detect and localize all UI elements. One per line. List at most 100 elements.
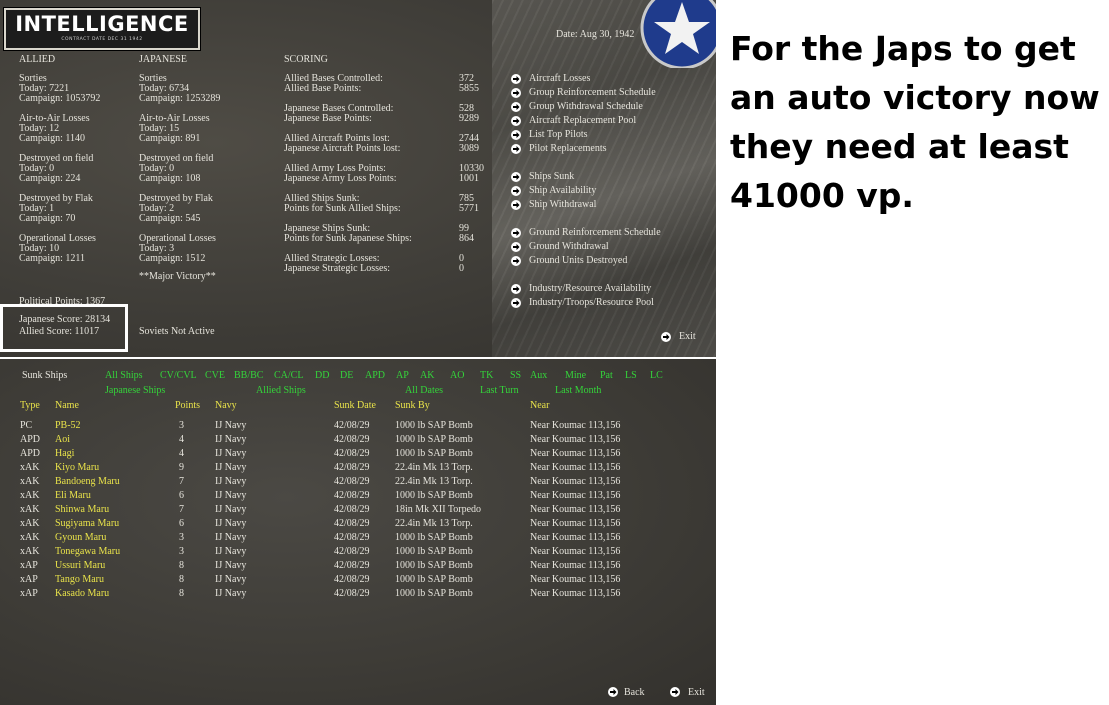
ship-name[interactable]: Sugiyama Maru xyxy=(55,519,119,529)
report-link[interactable]: Pilot Replacements xyxy=(511,144,681,155)
allied-stat-line: Campaign: 1140 xyxy=(19,133,86,144)
filter-ak[interactable]: AK xyxy=(420,371,434,381)
ship-name[interactable]: Shinwa Maru xyxy=(55,505,109,515)
back-button[interactable]: Back xyxy=(608,687,652,699)
ship-name[interactable]: Tonegawa Maru xyxy=(55,547,120,557)
ship-name[interactable]: Ussuri Maru xyxy=(55,561,105,571)
report-link[interactable]: Ground Units Destroyed xyxy=(511,256,681,267)
exit-label: Exit xyxy=(688,687,705,698)
filter-lc[interactable]: LC xyxy=(650,371,663,381)
report-link[interactable]: Aircraft Losses xyxy=(511,74,681,85)
column-header-points[interactable]: Points xyxy=(175,401,200,411)
sunk-date: 42/08/29 xyxy=(334,560,370,571)
report-link[interactable]: Industry/Troops/Resource Pool xyxy=(511,298,681,309)
ship-points: 8 xyxy=(179,574,184,585)
column-header-name[interactable]: Name xyxy=(55,401,79,411)
sunk-date: 42/08/29 xyxy=(334,518,370,529)
arrow-right-icon xyxy=(511,172,521,182)
sunk-date: 42/08/29 xyxy=(334,490,370,501)
score-highlight-box xyxy=(0,304,128,352)
filter-all-ships[interactable]: All Ships xyxy=(105,371,143,381)
ship-navy: IJ Navy xyxy=(215,532,247,543)
column-header-near[interactable]: Near xyxy=(530,401,549,411)
ship-name[interactable]: Kasado Maru xyxy=(55,589,109,599)
ship-name[interactable]: Aoi xyxy=(55,435,70,445)
report-link[interactable]: Group Reinforcement Schedule xyxy=(511,88,681,99)
filter-ls[interactable]: LS xyxy=(625,371,637,381)
filter-ap[interactable]: AP xyxy=(396,371,409,381)
sunk-by: 1000 lb SAP Bomb xyxy=(395,448,473,459)
sunk-location: Near Koumac 113,156 xyxy=(530,518,621,529)
filter-japanese-ships[interactable]: Japanese Ships xyxy=(105,386,165,396)
ship-points: 7 xyxy=(179,476,184,487)
ship-name[interactable]: Eli Maru xyxy=(55,491,91,501)
ship-name[interactable]: PB-52 xyxy=(55,421,81,431)
filter-ao[interactable]: AO xyxy=(450,371,464,381)
filter-de[interactable]: DE xyxy=(340,371,353,381)
filter-dd[interactable]: DD xyxy=(315,371,329,381)
ship-type: xAK xyxy=(20,532,40,543)
filter-ss[interactable]: SS xyxy=(510,371,521,381)
filter-ca-cl[interactable]: CA/CL xyxy=(274,371,303,381)
report-link[interactable]: Ship Availability xyxy=(511,186,681,197)
intelligence-logo: INTELLIGENCE CONTRACT DATE DEC 31 1942 xyxy=(4,8,200,50)
ship-navy: IJ Navy xyxy=(215,546,247,557)
ship-name[interactable]: Hagi xyxy=(55,449,74,459)
arrow-right-icon xyxy=(511,130,521,140)
column-header-sunk-by[interactable]: Sunk By xyxy=(395,401,430,411)
sunk-by: 18in Mk XII Torpedo xyxy=(395,504,482,515)
report-link-label: Aircraft Replacement Pool xyxy=(529,115,637,126)
column-header-sunk-date[interactable]: Sunk Date xyxy=(334,401,376,411)
ship-type: xAK xyxy=(20,504,40,515)
filter-tk[interactable]: TK xyxy=(480,371,493,381)
report-link[interactable]: Ground Withdrawal xyxy=(511,242,681,253)
filter-bb-bc[interactable]: BB/BC xyxy=(234,371,263,381)
sunk-date: 42/08/29 xyxy=(334,448,370,459)
report-link[interactable]: Aircraft Replacement Pool xyxy=(511,116,681,127)
ship-name[interactable]: Gyoun Maru xyxy=(55,533,106,543)
report-link[interactable]: Ground Reinforcement Schedule xyxy=(511,228,681,239)
star-emblem-icon xyxy=(640,0,716,68)
report-link-label: Ship Availability xyxy=(529,185,597,196)
filter-cve[interactable]: CVE xyxy=(205,371,225,381)
sunk-by: 1000 lb SAP Bomb xyxy=(395,532,473,543)
report-link[interactable]: Ships Sunk xyxy=(511,172,681,183)
japanese-stat-line: Campaign: 891 xyxy=(139,133,201,144)
exit-button-bottom[interactable]: Exit xyxy=(670,687,710,699)
victory-status: **Major Victory** xyxy=(139,271,216,282)
exit-button-top[interactable]: Exit xyxy=(661,332,701,344)
scoring-value: 9289 xyxy=(459,113,479,124)
scoring-value: 5771 xyxy=(459,203,479,214)
ship-name[interactable]: Kiyo Maru xyxy=(55,463,99,473)
arrow-right-icon xyxy=(511,88,521,98)
report-link[interactable]: Ship Withdrawal xyxy=(511,200,681,211)
ship-navy: IJ Navy xyxy=(215,518,247,529)
filter-last-turn[interactable]: Last Turn xyxy=(480,386,519,396)
filter-pat[interactable]: Pat xyxy=(600,371,613,381)
filter-cv-cvl[interactable]: CV/CVL xyxy=(160,371,197,381)
column-header-navy[interactable]: Navy xyxy=(215,401,237,411)
ship-navy: IJ Navy xyxy=(215,504,247,515)
filter-mine[interactable]: Mine xyxy=(565,371,586,381)
soviets-status: Soviets Not Active xyxy=(139,326,215,337)
japanese-stat-line: Campaign: 108 xyxy=(139,173,201,184)
sunk-date: 42/08/29 xyxy=(334,574,370,585)
filter-allied-ships[interactable]: Allied Ships xyxy=(256,386,306,396)
report-link-label: List Top Pilots xyxy=(529,129,588,140)
arrow-right-icon xyxy=(511,256,521,266)
ship-name[interactable]: Tango Maru xyxy=(55,575,104,585)
sunk-by: 1000 lb SAP Bomb xyxy=(395,560,473,571)
report-link[interactable]: Group Withdrawal Schedule xyxy=(511,102,681,113)
sunk-by: 1000 lb SAP Bomb xyxy=(395,434,473,445)
filter-aux[interactable]: Aux xyxy=(530,371,547,381)
arrow-right-icon xyxy=(511,242,521,252)
filter-all-dates[interactable]: All Dates xyxy=(405,386,443,396)
filter-apd[interactable]: APD xyxy=(365,371,385,381)
report-link[interactable]: List Top Pilots xyxy=(511,130,681,141)
report-link[interactable]: Industry/Resource Availability xyxy=(511,284,681,295)
scoring-label: Allied Base Points: xyxy=(284,83,362,94)
filter-last-month[interactable]: Last Month xyxy=(555,386,601,396)
ship-name[interactable]: Bandoeng Maru xyxy=(55,477,120,487)
sunk-by: 22.4in Mk 13 Torp. xyxy=(395,518,473,529)
column-header-type[interactable]: Type xyxy=(20,401,40,411)
